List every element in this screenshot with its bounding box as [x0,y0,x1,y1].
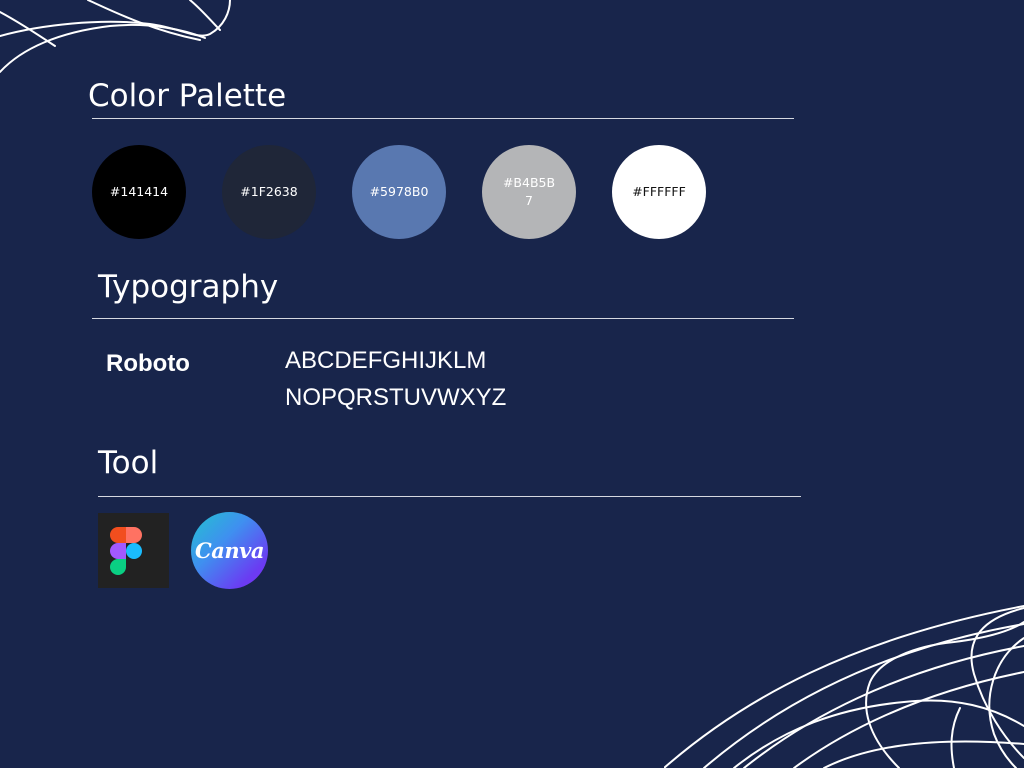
color-swatch-blue: #5978B0 [352,145,446,239]
figma-logo-shape [110,527,142,575]
font-name: Roboto [106,350,190,377]
color-swatch-black: #141414 [92,145,186,239]
color-swatch-label: #5978B0 [369,184,429,199]
decorative-lines-top-left [0,0,231,73]
color-swatch-label: #1F2638 [240,184,298,199]
font-sample-uppercase-line-2: NOPQRSTUVWXYZ [285,384,507,411]
color-palette-divider [92,118,794,119]
color-swatch-gray: #B4B5B 7 [482,145,576,239]
typography-divider [92,318,794,319]
color-swatch-label: #141414 [109,184,169,199]
tool-divider [98,496,801,497]
color-swatch-white: #FFFFFF [612,145,706,239]
color-swatch-dark-navy: #1F2638 [222,145,316,239]
color-swatch-label: #B4B5B [502,175,556,190]
typography-heading: Typography [98,269,279,305]
color-palette-heading: Color Palette [88,78,287,114]
canva-wordmark: Canva [195,538,264,563]
canva-logo-icon: Canva [191,512,268,589]
tool-heading: Tool [98,445,159,481]
decorative-lines-bottom-right [664,605,1024,768]
font-sample-uppercase-line-1: ABCDEFGHIJKLM [285,347,487,374]
figma-logo-icon [98,513,169,588]
color-swatch-label: #FFFFFF [632,184,686,199]
color-swatch-label-wrap: 7 [525,193,533,208]
